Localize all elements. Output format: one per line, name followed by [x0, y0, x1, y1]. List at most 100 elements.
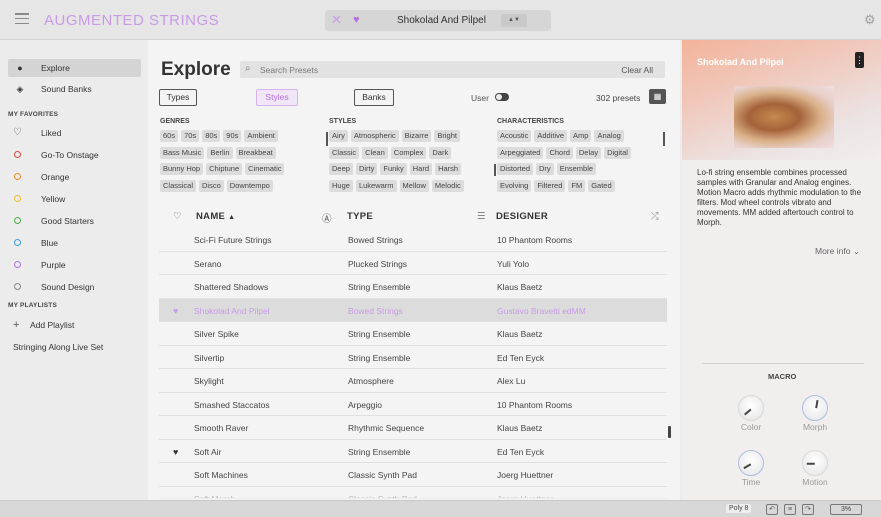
menu-icon[interactable]: [15, 13, 29, 24]
heart-outline-icon[interactable]: ♡: [173, 211, 182, 222]
filter-tag[interactable]: Ensemble: [556, 163, 597, 175]
more-info-button[interactable]: More info ⌄: [815, 246, 860, 257]
sidebar-item-sound-banks[interactable]: ◈ Sound Banks: [8, 80, 141, 98]
morph-knob[interactable]: [802, 395, 828, 421]
filter-tag[interactable]: Cinematic: [245, 163, 285, 175]
sidebar-item-orange[interactable]: Orange: [8, 168, 141, 186]
filter-tag[interactable]: Ambient: [244, 130, 278, 142]
current-preset-box[interactable]: ✕ ♥ Shokolad And Pilpel ▲▼: [325, 10, 551, 31]
filter-tag[interactable]: Amp: [570, 130, 592, 142]
search-bar[interactable]: ⌕ Clear All: [240, 61, 665, 78]
sidebar-item-blue[interactable]: Blue: [8, 234, 141, 252]
filter-tag[interactable]: Evolving: [497, 179, 532, 192]
history-icon[interactable]: ≡: [784, 504, 796, 515]
user-toggle[interactable]: [495, 93, 509, 101]
filter-tag[interactable]: Huge: [329, 179, 353, 192]
filter-tag[interactable]: Additive: [534, 130, 568, 142]
table-row[interactable]: Smashed Staccatos Arpeggio 10 Phantom Room…: [159, 393, 667, 416]
filter-tag[interactable]: Hard: [409, 163, 433, 175]
filter-tag[interactable]: Dirty: [355, 163, 378, 175]
filter-tag[interactable]: Atmospheric: [350, 130, 399, 142]
table-row[interactable]: Silver Spike String Ensemble Klaus Baetz: [159, 322, 667, 346]
close-icon[interactable]: ✕: [331, 12, 342, 28]
filter-tag[interactable]: Bass Music: [160, 146, 205, 159]
sidebar-item-sound-design[interactable]: Sound Design: [8, 278, 141, 296]
motion-knob[interactable]: [802, 450, 828, 476]
grid-view-icon[interactable]: ▦: [649, 89, 666, 104]
redo-icon[interactable]: ↷: [802, 504, 814, 515]
filter-tag[interactable]: Arpeggiated: [497, 146, 544, 159]
sidebar-item-explore[interactable]: ● Explore: [8, 59, 141, 77]
column-type[interactable]: TYPE: [347, 211, 373, 222]
filter-tag[interactable]: Berlin: [207, 146, 233, 159]
filter-tag[interactable]: Delay: [575, 146, 602, 159]
sidebar-item-liked[interactable]: ♡ Liked: [8, 124, 141, 142]
more-options-icon[interactable]: ⋮: [855, 52, 864, 68]
table-row[interactable]: Silvertip String Ensemble Ed Ten Eyck: [159, 346, 667, 369]
undo-icon[interactable]: ↶: [766, 504, 778, 515]
filter-tag[interactable]: Airy: [329, 130, 348, 142]
table-row[interactable]: Soft Marsh Classic Synth Pad Joerg Huettne…: [159, 487, 667, 499]
search-input[interactable]: [260, 61, 560, 78]
filter-tag[interactable]: Mellow: [399, 179, 429, 192]
heart-icon[interactable]: ♥: [173, 447, 178, 457]
list-icon[interactable]: ☰: [477, 211, 486, 222]
tab-types[interactable]: Types: [159, 89, 197, 106]
filter-tag[interactable]: Acoustic: [497, 130, 532, 142]
filter-tag[interactable]: Digital: [604, 146, 631, 159]
filter-tag[interactable]: Harsh: [435, 163, 462, 175]
filter-tag[interactable]: 90s: [223, 130, 242, 142]
add-playlist-button[interactable]: + Add Playlist: [8, 316, 141, 334]
filter-tag[interactable]: Gated: [588, 179, 615, 192]
sidebar-item-purple[interactable]: Purple: [8, 256, 141, 274]
filter-tag[interactable]: FM: [568, 179, 586, 192]
filter-tag[interactable]: Chiptune: [206, 163, 243, 175]
column-name[interactable]: NAME ▲: [196, 211, 235, 222]
filter-tag[interactable]: 80s: [202, 130, 221, 142]
column-designer[interactable]: DESIGNER: [496, 211, 548, 222]
filter-tag[interactable]: Deep: [329, 163, 353, 175]
preset-nav-arrows[interactable]: ▲▼: [501, 14, 527, 27]
filter-tag[interactable]: Lukewarm: [355, 179, 397, 192]
filter-tag[interactable]: Chord: [546, 146, 573, 159]
filter-tag[interactable]: 60s: [160, 130, 179, 142]
filter-tag[interactable]: Filtered: [534, 179, 566, 192]
filter-tag[interactable]: Downtempo: [226, 179, 273, 192]
table-row[interactable]: Skylight Atmosphere Alex Lu: [159, 369, 667, 393]
playlist-item[interactable]: Stringing Along Live Set: [13, 338, 146, 356]
filter-tag[interactable]: Melodic: [431, 179, 464, 192]
filter-tag[interactable]: Disco: [199, 179, 224, 192]
filter-tag[interactable]: Analog: [594, 130, 624, 142]
filter-tag[interactable]: Distorted: [497, 163, 534, 175]
filter-tag[interactable]: Classical: [160, 179, 197, 192]
filter-tag[interactable]: Classic: [329, 146, 360, 159]
tab-banks[interactable]: Banks: [354, 89, 394, 106]
color-knob[interactable]: [738, 395, 764, 421]
table-row[interactable]: Serano Plucked Strings Yuli Yolo: [159, 252, 667, 275]
sidebar-item-yellow[interactable]: Yellow: [8, 190, 141, 208]
filter-tag[interactable]: 70s: [181, 130, 200, 142]
filter-tag[interactable]: Dry: [536, 163, 554, 175]
filter-tag[interactable]: Complex: [390, 146, 427, 159]
artist-filter-icon[interactable]: Ⓐ: [322, 211, 332, 225]
table-row[interactable]: Soft Machines Classic Synth Pad Joerg Huet…: [159, 463, 667, 487]
sidebar-item-good-starters[interactable]: Good Starters: [8, 212, 141, 230]
filter-tag[interactable]: Funky: [380, 163, 407, 175]
table-row[interactable]: ♥ Soft Air String Ensemble Ed Ten Eyck: [159, 440, 667, 463]
scrollbar[interactable]: [668, 426, 671, 438]
filter-tag[interactable]: Bunny Hop: [160, 163, 204, 175]
table-row[interactable]: ♥ Shokolad And Pilpel Bowed Strings Gustavo…: [159, 298, 667, 322]
gear-icon[interactable]: ⚙: [864, 12, 876, 28]
filter-tag[interactable]: Dark: [429, 146, 452, 159]
shuffle-icon[interactable]: ⤮: [651, 211, 659, 222]
heart-icon[interactable]: ♥: [353, 14, 360, 26]
filter-tag[interactable]: Breakbeat: [235, 146, 276, 159]
clear-all-button[interactable]: Clear All: [621, 65, 653, 75]
table-row[interactable]: Smooth Raver Rhythmic Sequence Klaus Baetz: [159, 416, 667, 440]
filter-tag[interactable]: Bright: [434, 130, 460, 142]
table-row[interactable]: Shattered Shadows String Ensemble Klaus Ba…: [159, 275, 667, 299]
time-knob[interactable]: [738, 450, 764, 476]
filter-tag[interactable]: Clean: [362, 146, 388, 159]
table-row[interactable]: Sci-Fi Future Strings Bowed Strings 10 Pha…: [159, 228, 667, 252]
sidebar-item-go-to-onstage[interactable]: Go-To Onstage: [8, 146, 141, 164]
